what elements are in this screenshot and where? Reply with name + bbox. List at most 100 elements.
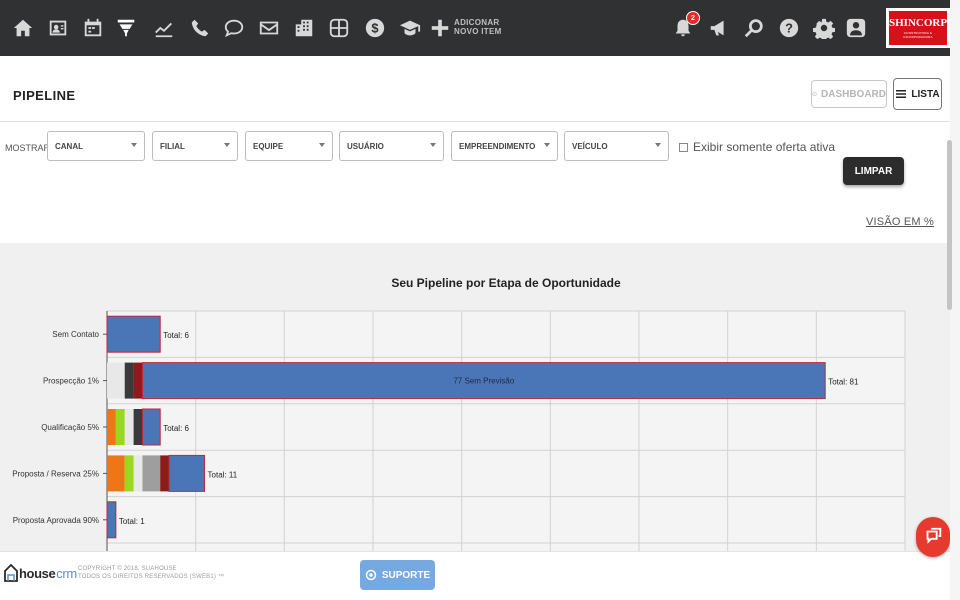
bar-segment xyxy=(107,455,125,492)
filter-show-label: MOSTRAR xyxy=(5,143,50,153)
house-logo-icon xyxy=(4,564,18,582)
graduation-cap-icon[interactable] xyxy=(397,14,423,42)
dashboard-icon xyxy=(812,91,817,97)
bar-segment xyxy=(124,409,134,445)
branch-select-value: FILIAL xyxy=(160,141,185,151)
segment-data-label: 77 Sem Previsão xyxy=(453,377,514,386)
svg-text:$: $ xyxy=(371,21,378,36)
brand-subtitle: CONSTRUTORA E INCORPORADORA xyxy=(903,31,933,39)
user-select[interactable]: USUÁRIO xyxy=(339,131,444,161)
building-icon[interactable] xyxy=(291,14,317,42)
page-scrollbar-thumb[interactable] xyxy=(947,140,952,310)
chevron-down-icon xyxy=(655,143,661,147)
megaphone-icon[interactable] xyxy=(706,14,732,42)
list-icon xyxy=(896,90,907,98)
brand-name: SHINCORP xyxy=(889,17,948,29)
support-button[interactable]: SUPORTE xyxy=(360,560,435,590)
chevron-down-icon xyxy=(224,143,230,147)
support-label: SUPORTE xyxy=(381,569,431,581)
copyright-line2: TODOS OS DIREITOS RESERVADOS (SWEB1) ™ xyxy=(78,574,225,580)
calendar-icon[interactable] xyxy=(80,14,106,42)
contacts-icon[interactable] xyxy=(45,14,71,42)
list-view-button[interactable]: LISTA xyxy=(893,78,942,110)
y-tick-label: Proposta / Reserva 25% xyxy=(12,469,99,478)
bar-segment xyxy=(124,455,134,492)
list-label: LISTA xyxy=(911,88,940,100)
chat-bubble-icon[interactable] xyxy=(221,14,247,42)
notification-badge[interactable]: 2 xyxy=(686,11,700,25)
funnel-icon[interactable] xyxy=(113,14,139,42)
copyright-text: COPYRIGHT © 2018, SUAHOUSE TODOS OS DIRE… xyxy=(78,565,224,581)
dollar-icon[interactable]: $ xyxy=(362,14,388,42)
logo-crm-text: crm xyxy=(56,565,77,581)
filter-panel: MOSTRAR CANAL FILIAL EQUIPE USUÁRIO EMPR… xyxy=(0,123,950,243)
chart-line-icon[interactable] xyxy=(151,14,177,42)
footer: house crm COPYRIGHT © 2018, SUAHOUSE TODO… xyxy=(0,551,950,600)
bar-segment xyxy=(106,315,161,353)
search-icon[interactable] xyxy=(741,14,767,42)
vehicle-select[interactable]: VEÍCULO xyxy=(564,131,669,161)
bar-segment xyxy=(107,362,125,399)
user-icon[interactable] xyxy=(843,14,869,42)
percent-view-link[interactable]: VISÃO EM % xyxy=(866,216,934,228)
chart-title: Seu Pipeline por Etapa de Oportunidade xyxy=(391,276,621,290)
support-icon xyxy=(365,569,377,581)
channel-select[interactable]: CANAL xyxy=(47,131,145,161)
dashboard-label: DASHBOARD xyxy=(821,88,886,100)
development-select[interactable]: EMPREENDIMENTO xyxy=(451,131,558,161)
bar-total-label: Total: 11 xyxy=(208,470,238,479)
help-icon[interactable]: ? xyxy=(776,14,802,42)
mail-icon[interactable] xyxy=(256,14,282,42)
active-offer-toggle[interactable]: Exibir somente oferta ativa xyxy=(679,140,835,154)
team-select-value: EQUIPE xyxy=(253,141,284,151)
chevron-down-icon xyxy=(430,143,436,147)
vehicle-select-value: VEÍCULO xyxy=(572,141,608,151)
logo-house-text: house xyxy=(19,565,56,581)
dashboard-button[interactable]: DASHBOARD xyxy=(811,80,887,108)
svg-text:?: ? xyxy=(785,21,793,36)
add-item-line1: ADICONAR xyxy=(454,18,500,27)
bar-total-label: Total: 6 xyxy=(163,331,189,340)
home-icon[interactable] xyxy=(10,14,36,42)
pipeline-chart-area: Seu Pipeline por Etapa de Oportunidade Se… xyxy=(0,243,950,551)
bar-segment xyxy=(107,409,116,445)
housecrm-logo[interactable]: house crm xyxy=(4,564,77,582)
pipeline-chart: Seu Pipeline por Etapa de Oportunidade Se… xyxy=(12,276,906,551)
active-offer-checkbox[interactable] xyxy=(679,142,688,152)
branch-select[interactable]: FILIAL xyxy=(152,131,238,161)
bar-segment xyxy=(141,408,161,446)
bar-segment xyxy=(133,409,143,445)
y-tick-label: Qualificação 5% xyxy=(41,423,99,432)
add-item-line2: NOVO ITEM xyxy=(454,27,502,36)
bar-total-label: Total: 81 xyxy=(828,378,859,387)
phone-icon[interactable] xyxy=(187,14,213,42)
bar-segment xyxy=(160,455,170,492)
chat-support-button[interactable] xyxy=(916,517,950,557)
page-header: PIPELINE DASHBOARD LISTA xyxy=(0,56,950,122)
bar-total-label: Total: 1 xyxy=(119,517,145,526)
y-tick-label: Proposta Aprovada 90% xyxy=(13,516,99,525)
plus-icon[interactable] xyxy=(427,14,453,42)
company-logo[interactable]: SHINCORP CONSTRUTORA E INCORPORADORA xyxy=(886,8,950,48)
bar-segment xyxy=(124,362,134,399)
grid-icon[interactable] xyxy=(326,14,352,42)
y-tick-label: Sem Contato xyxy=(52,330,99,339)
top-navbar: $ ADICONAR NOVO ITEM 2 ? SHINCORP CONSTR… xyxy=(0,0,950,56)
user-select-value: USUÁRIO xyxy=(347,141,384,151)
y-tick-label: Prospecção 1% xyxy=(43,377,99,386)
chevron-down-icon xyxy=(544,143,550,147)
bar-segment xyxy=(133,362,143,399)
channel-select-value: CANAL xyxy=(55,141,83,151)
copyright-line1: COPYRIGHT © 2018, SUAHOUSE xyxy=(78,566,177,572)
bar-segment xyxy=(133,455,143,492)
add-new-item-label[interactable]: ADICONAR NOVO ITEM xyxy=(454,18,514,36)
chevron-down-icon xyxy=(319,143,325,147)
page-title: PIPELINE xyxy=(13,88,76,103)
clear-filters-button[interactable]: LIMPAR xyxy=(843,157,904,185)
chevron-down-icon xyxy=(131,143,137,147)
chat-icon xyxy=(926,527,942,544)
active-offer-label: Exibir somente oferta ativa xyxy=(693,140,836,154)
team-select[interactable]: EQUIPE xyxy=(245,131,333,161)
bar-segment xyxy=(168,454,206,492)
gear-icon[interactable] xyxy=(811,14,837,42)
